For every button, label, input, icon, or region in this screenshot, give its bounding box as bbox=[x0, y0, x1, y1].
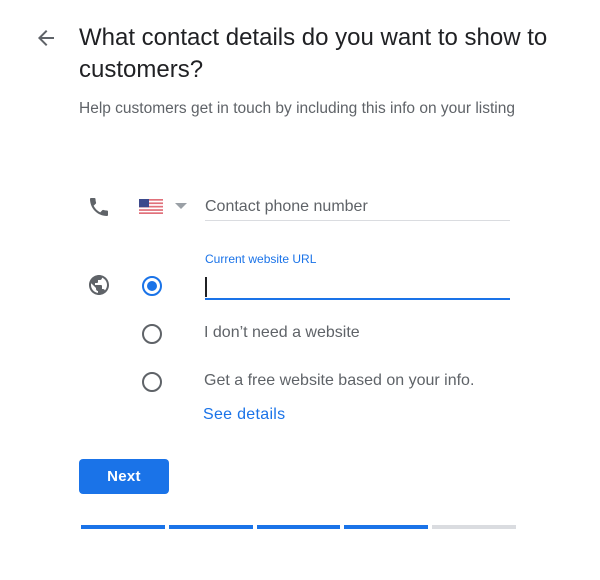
page-title: What contact details do you want to show… bbox=[79, 24, 548, 83]
website-url-input[interactable] bbox=[205, 274, 510, 300]
next-button[interactable]: Next bbox=[79, 459, 169, 494]
phone-number-input[interactable] bbox=[205, 193, 510, 221]
step-progress-bar bbox=[81, 525, 516, 529]
progress-segment bbox=[432, 525, 516, 529]
no-website-label[interactable]: I don’t need a website bbox=[204, 324, 360, 342]
radio-current-website[interactable] bbox=[142, 276, 162, 296]
website-url-label: Current website URL bbox=[205, 252, 317, 266]
free-website-label[interactable]: Get a free website based on your info. bbox=[204, 372, 474, 390]
back-arrow-icon[interactable] bbox=[34, 26, 58, 50]
text-cursor bbox=[205, 277, 207, 297]
progress-segment bbox=[256, 525, 341, 529]
progress-segment bbox=[168, 525, 253, 529]
progress-segment bbox=[81, 525, 165, 529]
us-flag-icon[interactable] bbox=[139, 199, 163, 214]
progress-segment bbox=[344, 525, 429, 529]
see-details-link[interactable]: See details bbox=[203, 406, 285, 424]
radio-no-website[interactable] bbox=[142, 324, 162, 344]
page-subtitle: Help customers get in touch by including… bbox=[79, 100, 515, 117]
globe-icon bbox=[89, 275, 109, 295]
radio-free-website[interactable] bbox=[142, 372, 162, 392]
phone-icon bbox=[90, 198, 108, 216]
country-dropdown-caret-icon[interactable] bbox=[175, 203, 187, 209]
